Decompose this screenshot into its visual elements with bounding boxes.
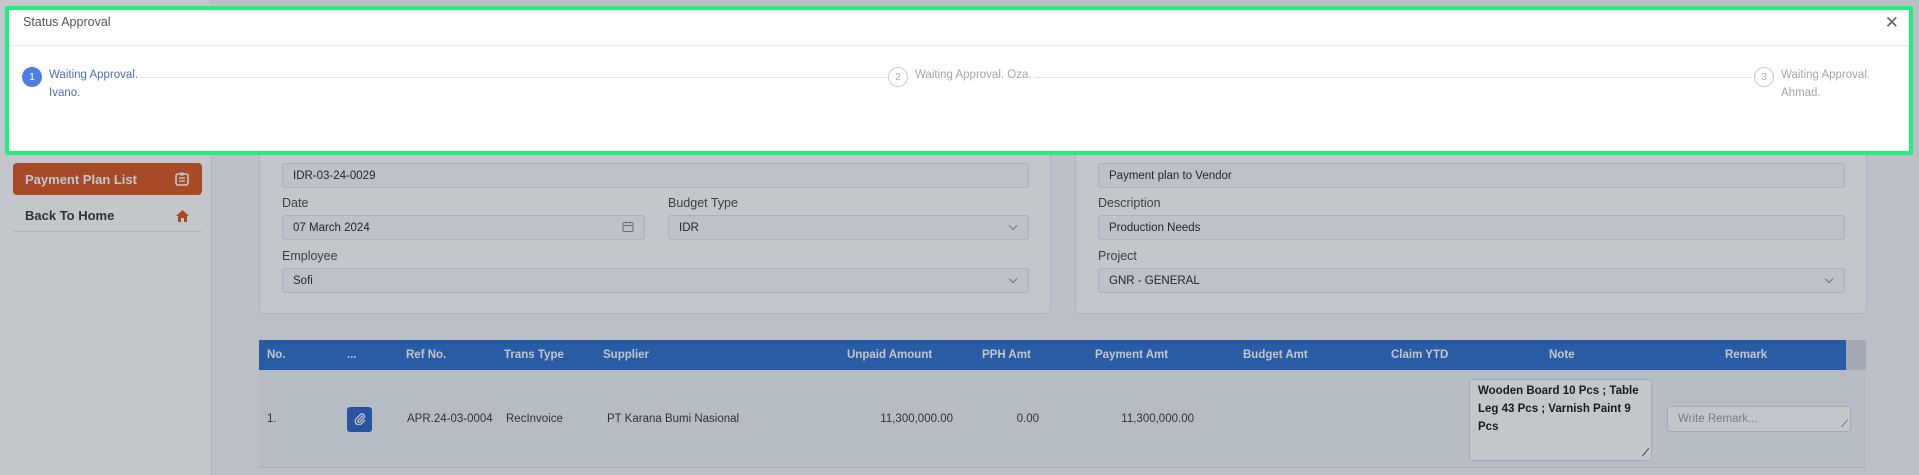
approval-step-1: 1 Waiting Approval. Ivano. <box>22 66 141 102</box>
step-status: Waiting Approval. Oza. <box>915 66 1034 84</box>
step-status: Waiting Approval. <box>1781 69 1871 81</box>
step-label: Waiting Approval. Ahmad. <box>1781 66 1870 102</box>
step-number-badge: 3 <box>1754 67 1774 87</box>
step-approver: Ivano. <box>49 87 81 99</box>
approval-step-2: 2 Waiting Approval. Oza. <box>888 66 1034 87</box>
step-label: Waiting Approval. Ivano. <box>49 66 141 102</box>
step-connector <box>1021 77 1752 78</box>
step-number-badge: 1 <box>22 67 42 87</box>
step-status: Waiting Approval. <box>49 66 141 84</box>
step-connector <box>121 77 888 78</box>
step-number-badge: 2 <box>888 67 908 87</box>
approval-step-3: 3 Waiting Approval. Ahmad. <box>1754 66 1870 102</box>
step-approver: Ahmad. <box>1781 87 1821 99</box>
modal-title: Status Approval <box>23 15 111 29</box>
status-approval-modal: Status Approval ✕ 1 Waiting Approval. Iv… <box>5 6 1913 155</box>
modal-header: Status Approval ✕ <box>9 10 1909 46</box>
step-label: Waiting Approval. Oza. <box>915 66 1034 84</box>
close-icon[interactable]: ✕ <box>1885 13 1899 33</box>
